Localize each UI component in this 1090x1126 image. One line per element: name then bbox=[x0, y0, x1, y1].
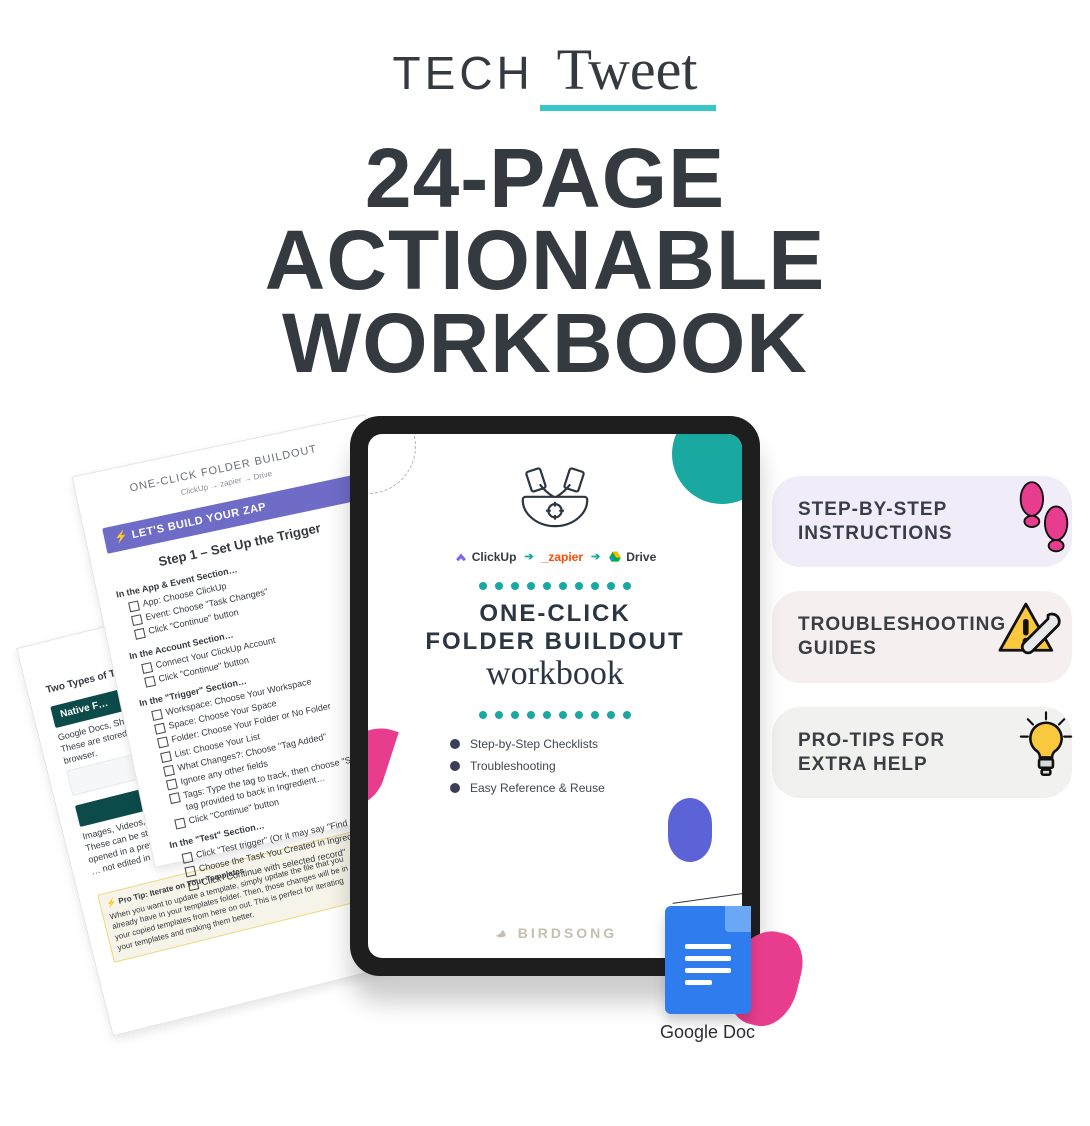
workbook-title-l1: ONE-CLICK bbox=[479, 600, 630, 627]
brand-underline bbox=[540, 105, 716, 111]
workbook-title-l2: FOLDER BUILDOUT bbox=[425, 628, 684, 655]
dot-row bbox=[396, 711, 714, 719]
pill-text: INSTRUCTIONS bbox=[798, 523, 953, 544]
pill-text: TROUBLESHOOTING bbox=[798, 614, 1006, 635]
google-doc-icon bbox=[665, 906, 751, 1014]
workbook-bullets: Step-by-Step Checklists Troubleshooting … bbox=[450, 737, 660, 795]
brand-logo: TECH Tweet bbox=[0, 36, 1090, 103]
tablet-mockup: ClickUp ➔ _zapier ➔ Drive ONE-CLICK FOLD… bbox=[350, 416, 760, 976]
lightbulb-icon bbox=[1014, 710, 1078, 795]
flow-clickup: ClickUp bbox=[454, 550, 517, 564]
dot-row bbox=[396, 582, 714, 590]
workbook-title: ONE-CLICK FOLDER BUILDOUT bbox=[396, 600, 714, 655]
headline-line1: 24-PAGE bbox=[0, 137, 1090, 219]
headline: 24-PAGE ACTIONABLE WORKBOOK bbox=[0, 137, 1090, 384]
arrow-icon: ➔ bbox=[524, 550, 533, 563]
headline-line2: ACTIONABLE bbox=[0, 219, 1090, 301]
bullet-item: Step-by-Step Checklists bbox=[470, 737, 598, 751]
arrow-icon: ➔ bbox=[591, 550, 600, 563]
decor-shape-pink bbox=[368, 718, 399, 818]
warning-wrench-icon bbox=[994, 597, 1078, 678]
bullet-item: Troubleshooting bbox=[470, 759, 556, 773]
pill-troubleshooting: TROUBLESHOOTING GUIDES bbox=[772, 591, 1072, 683]
flow-clickup-label: ClickUp bbox=[472, 550, 517, 564]
flow-drive: Drive bbox=[608, 550, 656, 564]
google-doc-badge: Google Doc bbox=[660, 906, 755, 1043]
bullet-item: Easy Reference & Reuse bbox=[470, 781, 605, 795]
pill-step-by-step: STEP-BY-STEP INSTRUCTIONS bbox=[772, 476, 1072, 568]
feature-pills: STEP-BY-STEP INSTRUCTIONS TROUBLESHOOTIN… bbox=[772, 476, 1072, 799]
pill-text: STEP-BY-STEP bbox=[798, 499, 947, 520]
pill-text: GUIDES bbox=[798, 638, 877, 659]
pill-text: PRO-TIPS FOR bbox=[798, 730, 945, 751]
footsteps-icon bbox=[1010, 476, 1078, 567]
flow-zapier: _zapier bbox=[542, 550, 583, 564]
pill-protips: PRO-TIPS FOR EXTRA HELP bbox=[772, 707, 1072, 799]
workbook-subtitle: workbook bbox=[396, 655, 714, 693]
flow-row: ClickUp ➔ _zapier ➔ Drive bbox=[396, 550, 714, 564]
tablet-screen: ClickUp ➔ _zapier ➔ Drive ONE-CLICK FOLD… bbox=[368, 434, 742, 958]
pill-text: EXTRA HELP bbox=[798, 754, 928, 775]
flow-drive-label: Drive bbox=[626, 550, 656, 564]
decor-line-shape bbox=[660, 802, 742, 904]
brand-part1: TECH bbox=[393, 47, 534, 99]
brand-part2: Tweet bbox=[557, 37, 698, 102]
mixing-bowl-icon bbox=[396, 464, 714, 534]
google-doc-label: Google Doc bbox=[660, 1022, 755, 1043]
headline-line3: WORKBOOK bbox=[0, 302, 1090, 384]
